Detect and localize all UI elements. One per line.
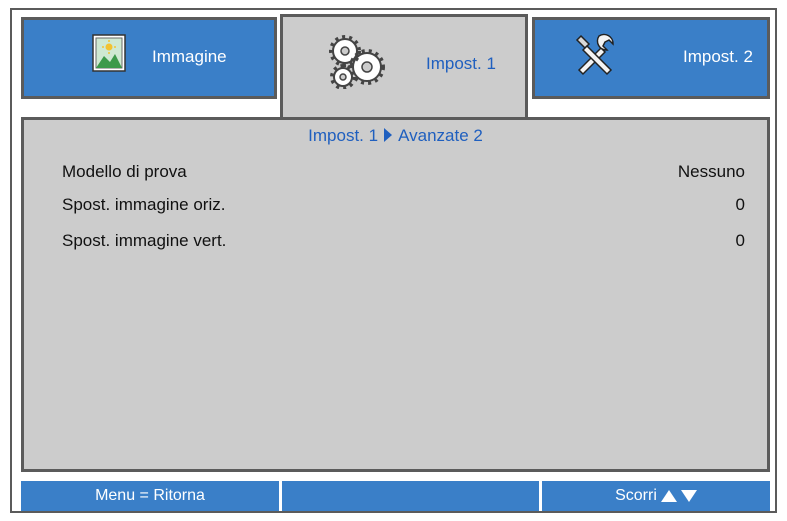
osd-menu: Immagine Impost. 1 Impost. 2 Impost. 1 A… xyxy=(10,8,777,513)
arrow-up-icon xyxy=(660,490,677,502)
setting-label: Modello di prova xyxy=(62,162,187,181)
tab-impost2[interactable]: Impost. 2 xyxy=(532,17,770,99)
breadcrumb-current: Avanzate 2 xyxy=(398,126,483,145)
setting-row-modello-di-prova[interactable]: Modello di prova Nessuno xyxy=(62,162,745,188)
tools-icon xyxy=(571,30,619,78)
setting-label: Spost. immagine vert. xyxy=(62,231,227,250)
setting-value: 0 xyxy=(735,231,745,250)
setting-row-spost-oriz[interactable]: Spost. immagine oriz. 0 xyxy=(62,195,745,221)
arrow-down-icon xyxy=(680,490,697,502)
breadcrumb: Impost. 1 Avanzate 2 xyxy=(24,126,767,146)
breadcrumb-parent: Impost. 1 xyxy=(308,126,379,145)
tab-impost2-label: Impost. 2 xyxy=(683,47,753,66)
footer-scroll: Scorri xyxy=(542,481,770,511)
tab-immagine-label: Immagine xyxy=(152,47,227,66)
footer-middle xyxy=(282,481,539,511)
footer-scroll-label: Scorri xyxy=(615,487,657,504)
tab-immagine[interactable]: Immagine xyxy=(21,17,277,99)
gears-icon xyxy=(325,33,387,90)
footer-back-label: Menu = Ritorna xyxy=(95,487,205,504)
setting-label: Spost. immagine oriz. xyxy=(62,195,226,214)
setting-value: 0 xyxy=(735,195,745,214)
footer-back: Menu = Ritorna xyxy=(21,481,279,511)
settings-panel: Impost. 1 Avanzate 2 Modello di prova Nes… xyxy=(21,117,770,472)
setting-row-spost-vert[interactable]: Spost. immagine vert. 0 xyxy=(62,231,745,257)
tab-impost1[interactable]: Impost. 1 xyxy=(280,14,528,120)
tab-impost1-label: Impost. 1 xyxy=(426,54,496,73)
setting-value: Nessuno xyxy=(677,162,745,181)
breadcrumb-arrow-icon xyxy=(384,128,393,142)
picture-icon xyxy=(92,34,126,72)
